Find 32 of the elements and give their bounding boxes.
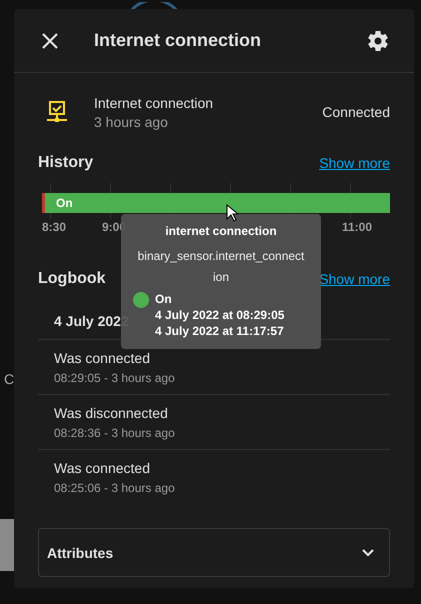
log-time: 08:28:36 - 3 hours ago <box>54 426 176 440</box>
log-message: Was connected <box>54 460 151 476</box>
log-message: Was disconnected <box>54 405 169 421</box>
network-check-icon <box>44 99 70 125</box>
section-title: Logbook <box>38 270 106 288</box>
entity-id: ion <box>212 269 230 286</box>
tooltip-title: internet connection <box>165 224 277 238</box>
log-time: 08:29:05 - 3 hours ago <box>54 371 176 385</box>
entity-name: Internet connection <box>94 94 214 110</box>
mouse-cursor-icon <box>226 204 238 222</box>
last-changed: 3 hours ago <box>94 114 169 130</box>
entity-id: binary_sensor.internet_connect <box>138 248 304 265</box>
log-time: 08:25:06 - 3 hours ago <box>54 481 176 495</box>
gauge-arc <box>128 2 180 12</box>
show-more-link[interactable]: Show more <box>319 271 390 287</box>
axis-label: 8:30 <box>42 220 66 234</box>
background-card <box>0 519 14 571</box>
tooltip-start: 4 July 2022 at 08:29:05 <box>155 307 284 323</box>
chevron-icon <box>361 548 375 558</box>
axis-label: 9:00 <box>102 220 126 234</box>
tooltip-state: On <box>155 291 173 307</box>
settings-button[interactable] <box>366 28 390 52</box>
log-message: Was connected <box>54 350 151 366</box>
background-text: C <box>4 371 14 387</box>
attributes-expander[interactable]: Attributes <box>38 528 390 577</box>
show-more-link[interactable]: Show more <box>319 155 390 171</box>
section-title: History <box>38 154 94 172</box>
entity-state: Connected <box>322 104 390 120</box>
dialog-title: Internet connection <box>94 30 262 51</box>
tooltip-end: 4 July 2022 at 11:17:57 <box>155 323 284 339</box>
settings-icon <box>366 28 390 52</box>
axis-label: 11:00 <box>342 220 372 234</box>
